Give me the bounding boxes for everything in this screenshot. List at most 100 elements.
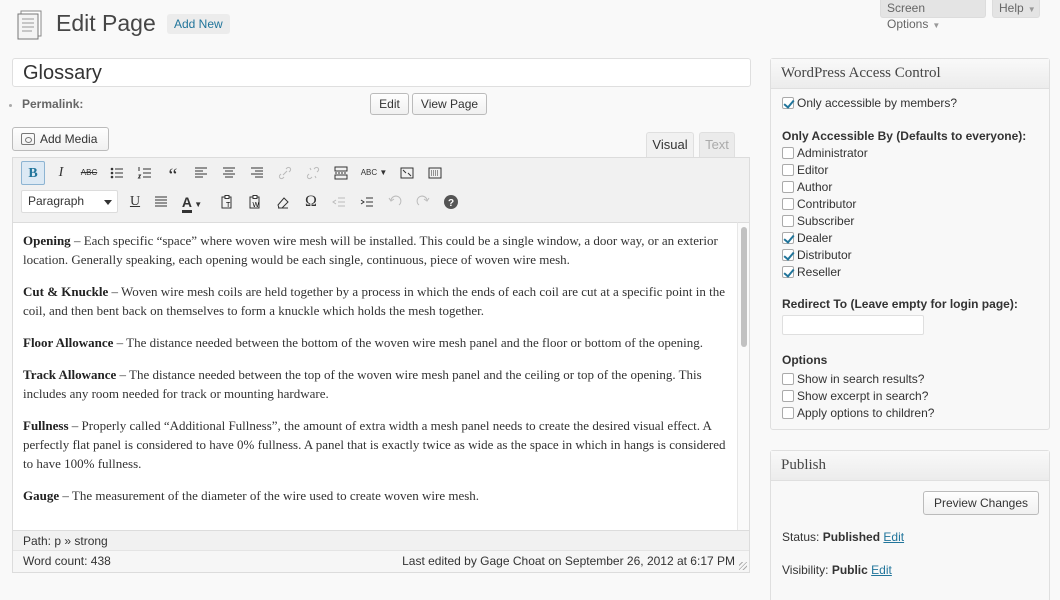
media-icon: [21, 133, 35, 145]
role-checkbox[interactable]: [782, 215, 794, 227]
resize-handle-icon[interactable]: [739, 562, 747, 570]
glossary-entry: Gauge – The measurement of the diameter …: [23, 486, 727, 505]
preview-changes-button[interactable]: Preview Changes: [923, 491, 1039, 515]
tab-text[interactable]: Text: [699, 132, 735, 158]
redirect-label: Redirect To (Leave empty for login page)…: [782, 297, 1018, 311]
editor-scrollbar[interactable]: [737, 222, 749, 530]
publish-title[interactable]: Publish: [771, 451, 1049, 481]
only-members-label: Only accessible by members?: [797, 96, 958, 110]
add-new-button[interactable]: Add New: [167, 14, 230, 34]
bullet-list-icon[interactable]: [105, 161, 129, 185]
role-label: Author: [797, 180, 833, 194]
help-icon[interactable]: ?: [439, 190, 463, 214]
redirect-input[interactable]: [782, 315, 924, 335]
content-editor: B I ABC “ ABC ▼ Paragraph U A ▼ T W Ω ? …: [12, 157, 750, 573]
scrollbar-thumb[interactable]: [741, 227, 747, 347]
svg-text:W: W: [253, 202, 260, 209]
role-label: Subscriber: [797, 214, 855, 228]
edit-visibility-link[interactable]: Edit: [871, 563, 892, 577]
screen-options-tab[interactable]: Screen Options ▼: [880, 0, 986, 31]
role-option[interactable]: Dealer: [782, 230, 832, 247]
kitchen-sink-icon[interactable]: [423, 161, 447, 185]
search-option[interactable]: Show excerpt in search?: [782, 388, 928, 405]
only-members-option[interactable]: Only accessible by members?: [782, 95, 957, 112]
visibility-value: Public: [831, 563, 868, 577]
role-checkbox[interactable]: [782, 232, 794, 244]
role-label: Editor: [797, 163, 829, 177]
glossary-term: Cut & Knuckle: [23, 284, 109, 299]
blockquote-icon[interactable]: “: [161, 161, 185, 187]
underline-icon[interactable]: U: [123, 190, 147, 214]
align-justify-icon[interactable]: [149, 190, 173, 214]
fullscreen-icon[interactable]: [395, 161, 419, 185]
role-option[interactable]: Distributor: [782, 247, 852, 264]
spellcheck-icon[interactable]: ABC ▼: [357, 161, 391, 185]
glossary-definition: – Properly called “Additional Fullness”,…: [23, 418, 726, 471]
glossary-definition: – The distance needed between the bottom…: [113, 335, 704, 350]
role-checkbox[interactable]: [782, 249, 794, 261]
option-label: Show excerpt in search?: [797, 389, 929, 403]
role-checkbox[interactable]: [782, 181, 794, 193]
publish-box: Publish Preview Changes Status: Publishe…: [770, 450, 1050, 600]
role-option[interactable]: Subscriber: [782, 213, 854, 230]
format-select[interactable]: Paragraph: [21, 190, 118, 213]
svg-text:?: ?: [448, 198, 454, 209]
editor-content[interactable]: Opening – Each specific “space” where wo…: [13, 222, 737, 530]
edit-permalink-button[interactable]: Edit: [370, 93, 409, 115]
paste-word-icon[interactable]: W: [243, 190, 267, 214]
unlink-icon[interactable]: [301, 161, 325, 185]
search-option[interactable]: Apply options to children?: [782, 405, 934, 422]
format-select-value: Paragraph: [28, 194, 85, 208]
glossary-term: Floor Allowance: [23, 335, 114, 350]
glossary-entry: Fullness – Properly called “Additional F…: [23, 416, 727, 473]
align-right-icon[interactable]: [245, 161, 269, 185]
insert-link-icon[interactable]: [273, 161, 297, 185]
role-option[interactable]: Contributor: [782, 196, 856, 213]
option-checkbox[interactable]: [782, 407, 794, 419]
role-option[interactable]: Editor: [782, 162, 828, 179]
editor-path: Path: p » strong: [13, 530, 749, 550]
role-option[interactable]: Reseller: [782, 264, 841, 281]
glossary-term: Opening: [23, 233, 71, 248]
redo-icon[interactable]: [411, 190, 435, 214]
search-option[interactable]: Show in search results?: [782, 371, 924, 388]
role-option[interactable]: Author: [782, 179, 832, 196]
chevron-down-icon: [104, 200, 112, 205]
option-label: Show in search results?: [797, 372, 925, 386]
post-title-input[interactable]: Glossary: [12, 58, 751, 87]
last-edited: Last edited by Gage Choat on September 2…: [402, 554, 735, 568]
role-checkbox[interactable]: [782, 266, 794, 278]
option-checkbox[interactable]: [782, 390, 794, 402]
bold-icon[interactable]: B: [21, 161, 45, 185]
special-character-icon[interactable]: Ω: [299, 190, 323, 214]
align-left-icon[interactable]: [189, 161, 213, 185]
access-control-title[interactable]: WordPress Access Control: [771, 59, 1049, 89]
only-members-checkbox[interactable]: [782, 97, 794, 109]
indent-icon[interactable]: [355, 190, 379, 214]
role-checkbox[interactable]: [782, 198, 794, 210]
text-color-icon[interactable]: A ▼: [177, 190, 207, 214]
role-checkbox[interactable]: [782, 164, 794, 176]
tab-visual[interactable]: Visual: [646, 132, 694, 158]
strikethrough-icon[interactable]: ABC: [77, 161, 101, 185]
undo-icon[interactable]: [383, 190, 407, 214]
paste-text-icon[interactable]: T: [215, 190, 239, 214]
role-label: Dealer: [797, 231, 833, 245]
option-checkbox[interactable]: [782, 373, 794, 385]
view-page-button[interactable]: View Page: [412, 93, 487, 115]
more-tag-icon[interactable]: [329, 161, 353, 185]
eraser-icon[interactable]: [271, 190, 295, 214]
add-media-button[interactable]: Add Media: [12, 127, 109, 151]
visibility-label: Visibility:: [782, 563, 829, 577]
access-control-body: Only accessible by members? Only Accessi…: [771, 89, 1049, 420]
help-tab[interactable]: Help ▼: [992, 0, 1040, 18]
role-label: Reseller: [797, 265, 842, 279]
role-option[interactable]: Administrator: [782, 145, 868, 162]
divider-dot: [9, 104, 12, 107]
outdent-icon[interactable]: [327, 190, 351, 214]
edit-status-link[interactable]: Edit: [883, 530, 904, 544]
italic-icon[interactable]: I: [49, 161, 73, 185]
numbered-list-icon[interactable]: [133, 161, 157, 185]
role-checkbox[interactable]: [782, 147, 794, 159]
align-center-icon[interactable]: [217, 161, 241, 185]
